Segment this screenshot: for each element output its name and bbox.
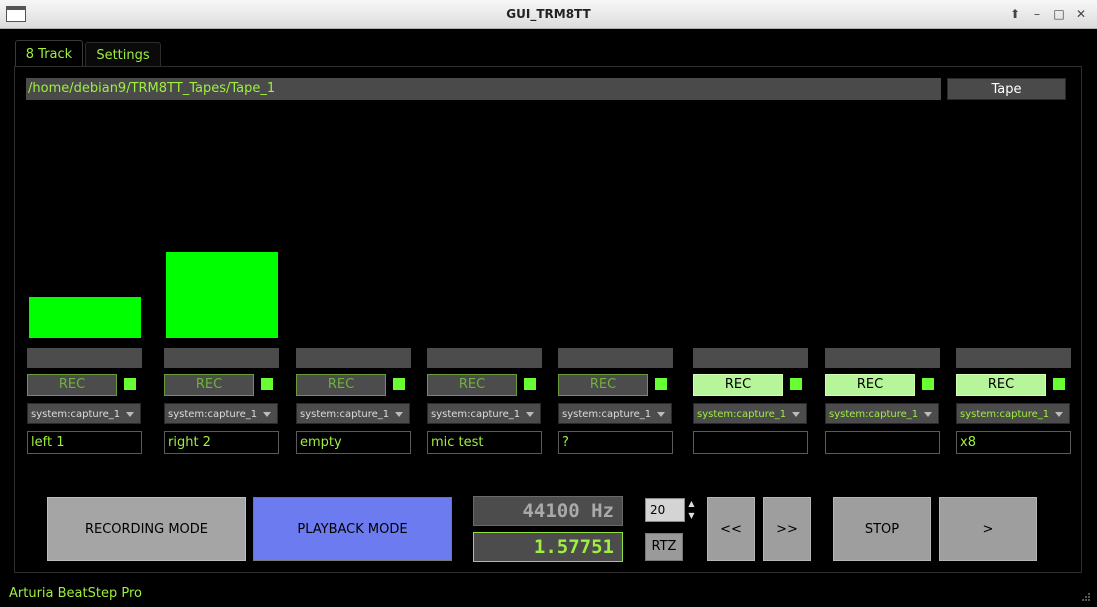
input-select[interactable]: system:capture_1 xyxy=(296,403,410,424)
input-select[interactable]: system:capture_1 xyxy=(427,403,541,424)
chevron-down-icon xyxy=(924,412,932,417)
resize-grip-icon[interactable] xyxy=(1080,591,1092,603)
track-name-field[interactable]: ? xyxy=(558,431,673,454)
input-select-value: system:capture_1 xyxy=(168,409,258,420)
chevron-down-icon xyxy=(1055,412,1063,417)
spin-down-icon[interactable]: ▼ xyxy=(685,510,698,522)
track-label-bar xyxy=(956,348,1071,368)
rec-button[interactable]: REC xyxy=(27,374,117,396)
input-select[interactable]: system:capture_1 xyxy=(558,403,672,424)
input-select-value: system:capture_1 xyxy=(829,409,919,420)
input-select[interactable]: system:capture_1 xyxy=(956,403,1070,424)
track-name-field[interactable]: x8 xyxy=(956,431,1071,454)
shade-window-icon[interactable]: ⬆ xyxy=(1006,5,1024,23)
stop-button[interactable]: STOP xyxy=(833,497,931,561)
chevron-down-icon xyxy=(263,412,271,417)
play-button[interactable]: > xyxy=(939,497,1037,561)
rec-indicator-led xyxy=(790,378,802,390)
rec-indicator-led xyxy=(922,378,934,390)
track-name-field[interactable]: empty xyxy=(296,431,411,454)
rec-indicator-led xyxy=(261,378,273,390)
rec-button[interactable]: REC xyxy=(825,374,915,396)
chevron-down-icon xyxy=(792,412,800,417)
input-select-value: system:capture_1 xyxy=(960,409,1050,420)
input-select[interactable]: system:capture_1 xyxy=(27,403,141,424)
tab-8-track[interactable]: 8 Track xyxy=(15,40,83,67)
title-bar[interactable]: GUI_TRM8TT ⬆ – □ ✕ xyxy=(0,0,1097,29)
rec-button[interactable]: REC xyxy=(164,374,254,396)
spin-up-icon[interactable]: ▲ xyxy=(685,498,698,510)
spin-box-input[interactable]: 20 xyxy=(645,498,685,522)
track-level-meter xyxy=(29,297,141,338)
track-label-bar xyxy=(164,348,279,368)
rec-button[interactable]: REC xyxy=(427,374,517,396)
rec-indicator-led xyxy=(124,378,136,390)
fast-forward-button[interactable]: >> xyxy=(763,497,811,561)
rec-button[interactable]: REC xyxy=(956,374,1046,396)
playback-mode-button[interactable]: PLAYBACK MODE xyxy=(253,497,452,561)
minimize-window-icon[interactable]: – xyxy=(1028,5,1046,23)
chevron-down-icon xyxy=(126,412,134,417)
track-name-field[interactable] xyxy=(825,431,940,454)
input-select[interactable]: system:capture_1 xyxy=(164,403,278,424)
tape-path-field[interactable]: /home/debian9/TRM8TT_Tapes/Tape_1 xyxy=(26,78,941,100)
sample-rate-display: 44100 Hz xyxy=(473,496,623,526)
track-label-bar xyxy=(825,348,940,368)
rec-indicator-led xyxy=(393,378,405,390)
rtz-button[interactable]: RTZ xyxy=(645,533,683,561)
tape-button[interactable]: Tape xyxy=(947,78,1066,100)
rec-indicator-led xyxy=(655,378,667,390)
track-level-meter xyxy=(166,252,278,338)
track-label-bar xyxy=(693,348,808,368)
track-label-bar xyxy=(558,348,673,368)
status-device-label: Arturia BeatStep Pro xyxy=(9,586,142,601)
track-name-field[interactable]: mic test xyxy=(427,431,542,454)
rec-button[interactable]: REC xyxy=(558,374,648,396)
track-label-bar xyxy=(27,348,142,368)
track-name-field[interactable]: right 2 xyxy=(164,431,279,454)
input-select-value: system:capture_1 xyxy=(300,409,390,420)
rec-indicator-led xyxy=(1053,378,1065,390)
maximize-window-icon[interactable]: □ xyxy=(1050,5,1068,23)
window-title: GUI_TRM8TT xyxy=(506,7,591,21)
close-window-icon[interactable]: ✕ xyxy=(1072,5,1090,23)
rec-indicator-led xyxy=(524,378,536,390)
input-select[interactable]: system:capture_1 xyxy=(693,403,807,424)
input-select-value: system:capture_1 xyxy=(31,409,121,420)
rec-button[interactable]: REC xyxy=(296,374,386,396)
tab-settings[interactable]: Settings xyxy=(85,42,161,67)
input-select[interactable]: system:capture_1 xyxy=(825,403,939,424)
track-name-field[interactable]: left 1 xyxy=(27,431,142,454)
input-select-value: system:capture_1 xyxy=(697,409,787,420)
rewind-button[interactable]: << xyxy=(707,497,755,561)
chevron-down-icon xyxy=(526,412,534,417)
input-select-value: system:capture_1 xyxy=(562,409,652,420)
track-label-bar xyxy=(427,348,542,368)
track-name-field[interactable] xyxy=(693,431,808,454)
position-display: 1.57751 xyxy=(473,532,623,562)
track-label-bar xyxy=(296,348,411,368)
rec-button[interactable]: REC xyxy=(693,374,783,396)
recording-mode-button[interactable]: RECORDING MODE xyxy=(47,497,246,561)
chevron-down-icon xyxy=(395,412,403,417)
input-select-value: system:capture_1 xyxy=(431,409,521,420)
chevron-down-icon xyxy=(657,412,665,417)
